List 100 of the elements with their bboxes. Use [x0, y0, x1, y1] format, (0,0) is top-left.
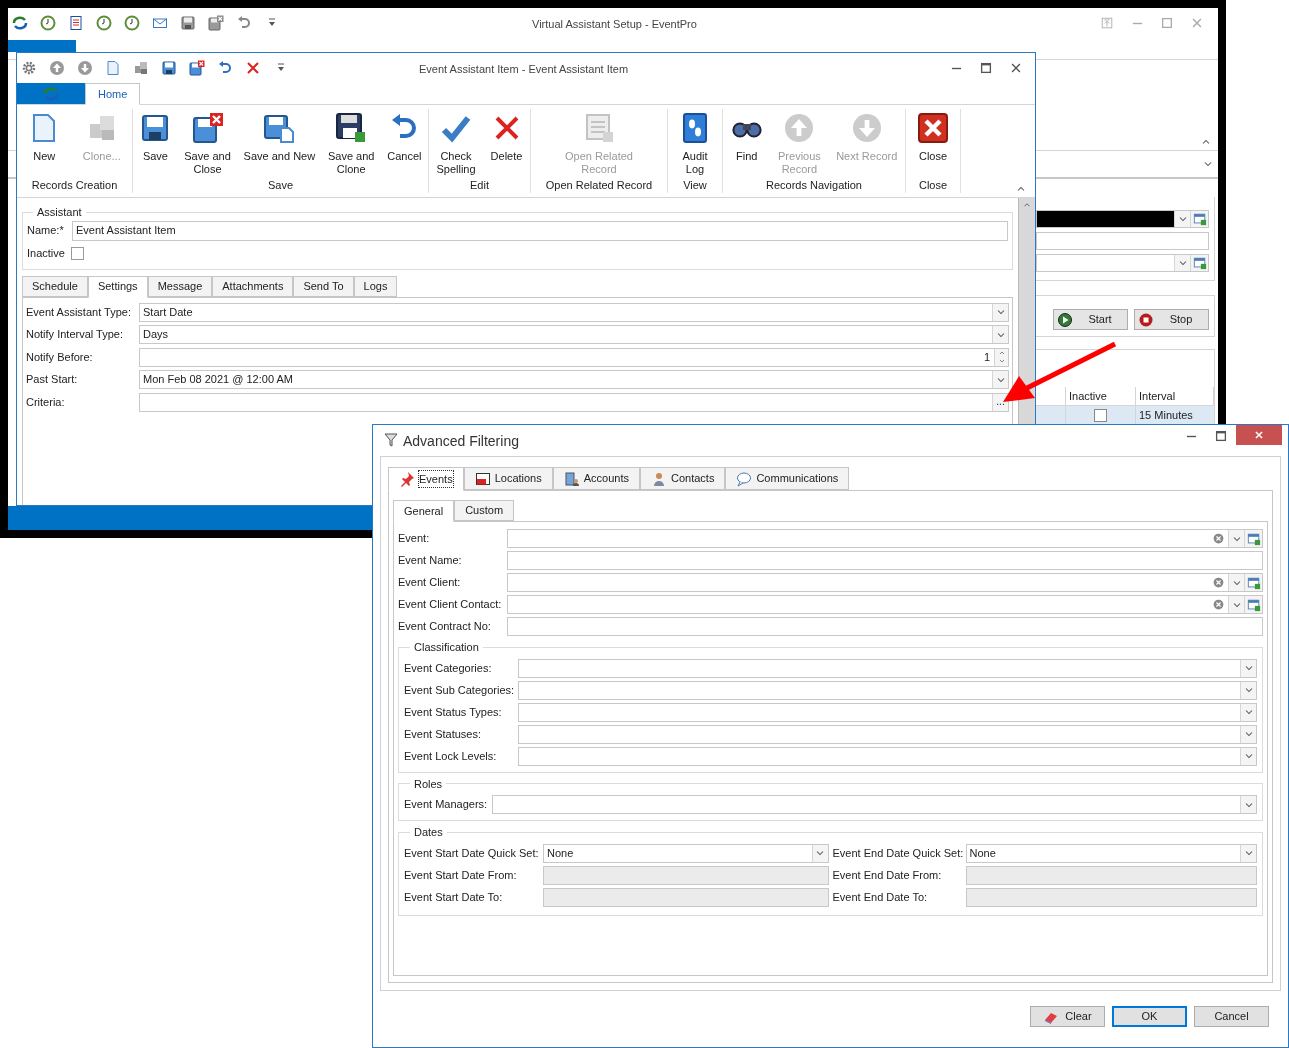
number-field[interactable]: 1 — [139, 347, 1009, 367]
field-label: Event Categories: — [404, 660, 493, 676]
dropdown-field[interactable]: None — [543, 843, 829, 863]
clock-icon[interactable] — [124, 15, 140, 31]
dropdown-button[interactable] — [992, 371, 1008, 388]
ribbon-button[interactable]: Delete — [488, 112, 525, 163]
dropdown-field[interactable]: None — [965, 843, 1257, 863]
dropdown-button[interactable] — [1174, 255, 1190, 271]
dropdown-button[interactable] — [1240, 725, 1256, 743]
dropdown-field[interactable]: Days — [139, 325, 1009, 344]
ribbon-button[interactable]: Close — [915, 112, 951, 163]
lookup-button[interactable] — [1190, 255, 1208, 271]
tab[interactable]: Contacts — [640, 467, 726, 490]
dropdown-field[interactable] — [518, 680, 1257, 700]
dropdown-button[interactable] — [1240, 796, 1256, 813]
ribbon-button[interactable]: Find — [728, 112, 765, 163]
dropdown-button[interactable] — [992, 326, 1008, 343]
lookup-button[interactable] — [1244, 596, 1262, 613]
clock-icon[interactable] — [40, 15, 56, 31]
tab[interactable]: Custom — [454, 500, 515, 521]
field-label: Event Client Contact: — [398, 597, 503, 613]
group-label: View — [682, 178, 708, 193]
tab[interactable]: Home — [85, 83, 141, 105]
tab[interactable]: Schedule — [22, 275, 88, 297]
dropdown-button[interactable] — [1240, 659, 1256, 677]
settings-icon[interactable] — [21, 60, 37, 76]
dropdown-field[interactable] — [518, 702, 1257, 722]
undo-icon[interactable] — [217, 60, 233, 76]
text-field[interactable] — [507, 551, 1263, 570]
dropdown-field[interactable] — [492, 795, 1257, 814]
ellipsis-button[interactable]: ... — [992, 393, 1008, 411]
dropdown-button[interactable] — [1228, 574, 1244, 591]
document-icon[interactable] — [68, 15, 84, 31]
clear-icon[interactable] — [1212, 576, 1225, 589]
table-row[interactable]: 15 Minutes — [1036, 406, 1214, 424]
dropdown-field[interactable]: Start Date — [139, 302, 1009, 322]
control-button[interactable]: Start — [1053, 309, 1128, 330]
dropdown-button[interactable] — [992, 303, 1008, 321]
dropdown-button[interactable] — [1228, 596, 1244, 613]
lookup-button[interactable] — [1244, 574, 1262, 591]
tab[interactable]: Message — [147, 275, 213, 297]
dialog-button[interactable]: Clear — [1030, 1006, 1105, 1027]
text-field[interactable]: Event Assistant Item — [72, 220, 1008, 241]
ribbon-button[interactable]: Save and Clone — [326, 112, 377, 176]
undo-icon[interactable] — [236, 15, 252, 31]
dropdown-button[interactable] — [1240, 747, 1256, 765]
ribbon-button[interactable]: Save — [137, 112, 174, 163]
column-header: Interval — [1136, 387, 1214, 405]
ribbon-button[interactable]: Check Spelling — [434, 112, 478, 176]
dropdown-button[interactable] — [811, 844, 828, 862]
tab[interactable]: Accounts — [552, 467, 640, 490]
checkbox[interactable] — [1094, 408, 1107, 422]
control-button[interactable]: Stop — [1134, 309, 1209, 330]
text-field[interactable] — [1036, 232, 1209, 250]
lookup-field[interactable] — [1036, 254, 1209, 272]
dropdown-button[interactable] — [1228, 530, 1244, 547]
tab[interactable]: General — [393, 500, 455, 522]
page-icon[interactable] — [105, 60, 121, 76]
field-label: Event Statuses: — [404, 726, 483, 742]
dialog-button[interactable]: OK — [1112, 1006, 1187, 1027]
clear-icon[interactable] — [1212, 532, 1225, 545]
checkbox[interactable] — [70, 247, 84, 260]
document-icon — [583, 112, 615, 144]
tab[interactable]: Logs — [353, 275, 398, 297]
dialog-button[interactable]: Cancel — [1194, 1006, 1269, 1027]
tab[interactable]: Send To — [293, 275, 354, 297]
dropdown-button[interactable] — [1240, 681, 1256, 699]
text-field[interactable] — [507, 617, 1263, 636]
dropdown-button[interactable] — [1240, 844, 1256, 862]
dropdown-button[interactable] — [1240, 703, 1256, 721]
dropdown-field[interactable] — [518, 724, 1257, 744]
lookup-field[interactable] — [1036, 210, 1209, 228]
lookup-field[interactable] — [507, 529, 1263, 548]
dropdown-button[interactable] — [1174, 211, 1190, 227]
cross-icon[interactable] — [245, 60, 261, 76]
mail-icon[interactable] — [152, 15, 168, 31]
cubes-icon[interactable] — [133, 60, 149, 76]
input-field[interactable]: ... — [139, 392, 1009, 412]
clear-icon[interactable] — [1212, 598, 1225, 611]
tab[interactable]: Communications — [725, 467, 850, 490]
ribbon-button[interactable]: Audit Log — [677, 112, 713, 176]
dropdown-field[interactable] — [518, 746, 1257, 766]
ribbon-button[interactable]: Save and New — [241, 112, 318, 163]
tab[interactable]: Settings — [87, 275, 148, 298]
spin-buttons[interactable] — [994, 348, 1008, 366]
lookup-field[interactable] — [507, 595, 1263, 614]
tab[interactable]: Attachments — [212, 275, 294, 297]
lookup-button[interactable] — [1244, 530, 1262, 547]
ribbon-button[interactable]: New — [26, 112, 63, 163]
grid-icon — [1246, 597, 1261, 612]
clock-icon[interactable] — [96, 15, 112, 31]
ribbon-button[interactable]: Save and Close — [182, 112, 233, 176]
tab[interactable]: Events — [388, 467, 464, 491]
dropdown-field[interactable] — [518, 658, 1257, 678]
tab[interactable]: Locations — [463, 467, 553, 490]
logo-icon[interactable] — [12, 15, 28, 31]
lookup-button[interactable] — [1190, 211, 1208, 227]
dropdown-field[interactable]: Mon Feb 08 2021 @ 12:00 AM — [139, 370, 1009, 389]
ribbon-button[interactable]: Cancel — [385, 112, 424, 163]
lookup-field[interactable] — [507, 573, 1263, 592]
